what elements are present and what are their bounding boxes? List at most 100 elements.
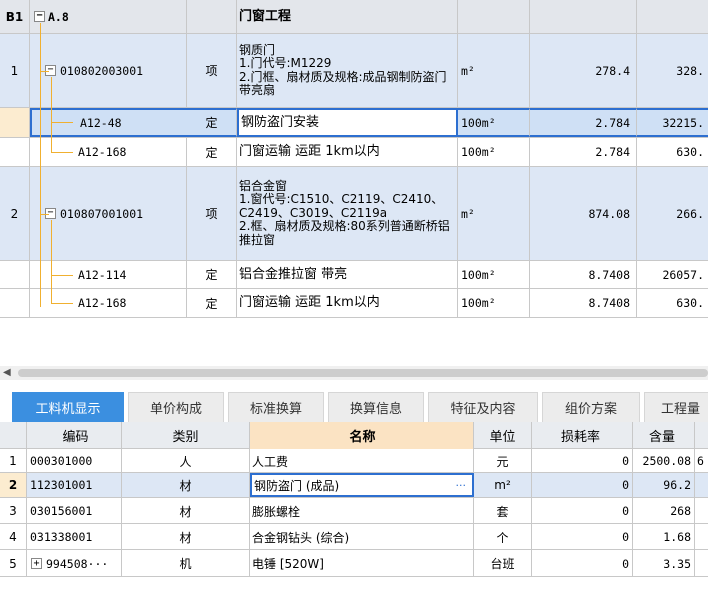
tab-unit-price[interactable]: 单价构成 (128, 392, 224, 422)
tab-labor-material-machine[interactable]: 工料机显示 (12, 392, 124, 422)
resource-type[interactable]: 材 (122, 473, 250, 497)
resource-code[interactable]: 112301001 (27, 473, 122, 497)
resource-loss-rate[interactable]: 0 (532, 550, 633, 577)
resource-type[interactable]: 人 (122, 449, 250, 473)
resource-row[interactable]: 5 + 994508··· 机 电锤 [520W] 台班 0 3.35 (0, 550, 708, 577)
resource-unit[interactable]: 元 (474, 449, 532, 473)
resource-name[interactable]: 膨胀螺栓 (250, 498, 474, 524)
resource-type[interactable]: 材 (122, 524, 250, 550)
resource-grid: 编码 类别 名称 单位 损耗率 含量 1 000301000 人 人工费 元 0… (0, 422, 708, 606)
row-index: 1 (0, 449, 27, 473)
resource-name[interactable]: 合金钢钻头 (综合) (250, 524, 474, 550)
header-content[interactable]: 含量 (633, 422, 695, 449)
resource-name[interactable]: 人工费 (250, 449, 474, 473)
resource-unit[interactable]: m² (474, 473, 532, 497)
quota-price: 630. (637, 138, 708, 166)
resource-unit[interactable]: 个 (474, 524, 532, 550)
ellipsis-button[interactable]: ··· (456, 479, 467, 492)
item-name[interactable]: 铝合金窗 1.窗代号:C1510、C2119、C2410、C2419、C3019… (237, 167, 458, 260)
resource-code[interactable]: 030156001 (27, 498, 122, 524)
bill-items-grid: B1 − A.8 门窗工程 1 − 010802003001 项 钢质门 1.门… (0, 0, 708, 318)
quota-code: A12-114 (78, 267, 127, 282)
chapter-row[interactable]: B1 − A.8 门窗工程 (0, 0, 708, 34)
bill-item-row[interactable]: 1 − 010802003001 项 钢质门 1.门代号:M1229 2.门框、… (0, 34, 708, 108)
resource-content[interactable]: 2500.08 (633, 449, 695, 473)
quota-row[interactable]: A12-168 定 门窗运输 运距 1km以内 100m² 8.7408 630… (0, 289, 708, 318)
header-unit[interactable]: 单位 (474, 422, 532, 449)
quota-type: 定 (187, 261, 237, 288)
resource-row[interactable]: 1 000301000 人 人工费 元 0 2500.08 6 (0, 449, 708, 473)
horizontal-scrollbar[interactable]: ◀ (0, 366, 708, 380)
header-extra[interactable] (695, 422, 708, 449)
item-price: 328. (637, 34, 708, 107)
header-code[interactable]: 编码 (27, 422, 122, 449)
resource-loss-rate[interactable]: 0 (532, 524, 633, 550)
detail-tabs: 工料机显示 单价构成 标准换算 换算信息 特征及内容 组价方案 工程量 (0, 388, 708, 422)
resource-loss-rate[interactable]: 0 (532, 498, 633, 524)
resource-loss-rate[interactable]: 0 (532, 449, 633, 473)
quota-row-selected[interactable]: A12-48 定 钢防盗门安装 100m² 2.784 32215. (0, 108, 708, 138)
resource-code[interactable]: 000301000 (27, 449, 122, 473)
quota-name[interactable]: 门窗运输 运距 1km以内 (237, 138, 458, 166)
resource-code[interactable]: 031338001 (27, 524, 122, 550)
quota-name-editor[interactable]: 钢防盗门安装 (237, 108, 458, 137)
row-index: 5 (0, 550, 27, 577)
tab-quantity[interactable]: 工程量 (644, 392, 708, 422)
tab-pricing-scheme[interactable]: 组价方案 (542, 392, 640, 422)
item-quantity[interactable]: 278.4 (530, 34, 637, 107)
resource-type[interactable]: 机 (122, 550, 250, 577)
tree-guide (40, 71, 49, 72)
quota-unit: 100m² (458, 138, 530, 166)
scrollbar-thumb[interactable] (18, 369, 708, 377)
expand-icon[interactable]: + (31, 558, 42, 569)
item-unit: m² (458, 167, 530, 260)
quota-quantity[interactable]: 2.784 (530, 108, 637, 137)
resource-row[interactable]: 4 031338001 材 合金钢钻头 (综合) 个 0 1.68 (0, 524, 708, 550)
quota-price: 630. (637, 289, 708, 317)
resource-type[interactable]: 材 (122, 498, 250, 524)
item-name[interactable]: 钢质门 1.门代号:M1229 2.门框、扇材质及规格:成品钢制防盗门带亮扇 (237, 34, 458, 107)
tab-standard-conversion[interactable]: 标准换算 (228, 392, 324, 422)
quota-row[interactable]: A12-168 定 门窗运输 运距 1km以内 100m² 2.784 630. (0, 138, 708, 167)
quota-price: 32215. (637, 108, 708, 137)
resource-row[interactable]: 3 030156001 材 膨胀螺栓 套 0 268 (0, 498, 708, 524)
resource-content[interactable]: 268 (633, 498, 695, 524)
resource-content[interactable]: 1.68 (633, 524, 695, 550)
item-type: 项 (187, 167, 237, 260)
resource-content[interactable]: 3.35 (633, 550, 695, 577)
resource-unit[interactable]: 套 (474, 498, 532, 524)
row-index: B1 (0, 0, 30, 33)
tree-guide (40, 23, 41, 307)
quota-name[interactable]: 门窗运输 运距 1km以内 (237, 289, 458, 317)
quota-type: 定 (187, 108, 237, 137)
header-name[interactable]: 名称 (250, 422, 474, 449)
quota-quantity[interactable]: 8.7408 (530, 289, 637, 317)
chapter-code: − A.8 (30, 0, 187, 33)
bill-item-row[interactable]: 2 − 010807001001 项 铝合金窗 1.窗代号:C1510、C211… (0, 167, 708, 261)
tab-conversion-info[interactable]: 换算信息 (328, 392, 424, 422)
resource-loss-rate[interactable]: 0 (532, 473, 633, 497)
resource-extra (695, 524, 708, 550)
quota-row[interactable]: A12-114 定 铝合金推拉窗 带亮 100m² 8.7408 26057. (0, 261, 708, 289)
scroll-left-icon[interactable]: ◀ (3, 367, 11, 378)
quota-quantity[interactable]: 2.784 (530, 138, 637, 166)
item-code: 010802003001 (60, 63, 144, 78)
row-index: 1 (0, 34, 30, 107)
header-type[interactable]: 类别 (122, 422, 250, 449)
collapse-icon[interactable]: − (34, 11, 45, 22)
quota-unit: 100m² (458, 261, 530, 288)
quota-type: 定 (187, 138, 237, 166)
header-loss-rate[interactable]: 损耗率 (532, 422, 633, 449)
resource-name-editor[interactable]: 钢防盗门 (成品) ··· (250, 473, 474, 497)
resource-row-selected[interactable]: 2 112301001 材 钢防盗门 (成品) ··· m² 0 96.2 (0, 473, 708, 498)
quota-name[interactable]: 铝合金推拉窗 带亮 (237, 261, 458, 288)
resource-unit[interactable]: 台班 (474, 550, 532, 577)
resource-extra (695, 550, 708, 577)
tab-features[interactable]: 特征及内容 (428, 392, 538, 422)
tree-guide (51, 122, 73, 123)
resource-content[interactable]: 96.2 (633, 473, 695, 497)
row-index: 2 (0, 473, 27, 497)
resource-name[interactable]: 电锤 [520W] (250, 550, 474, 577)
quota-quantity[interactable]: 8.7408 (530, 261, 637, 288)
item-quantity[interactable]: 874.08 (530, 167, 637, 260)
